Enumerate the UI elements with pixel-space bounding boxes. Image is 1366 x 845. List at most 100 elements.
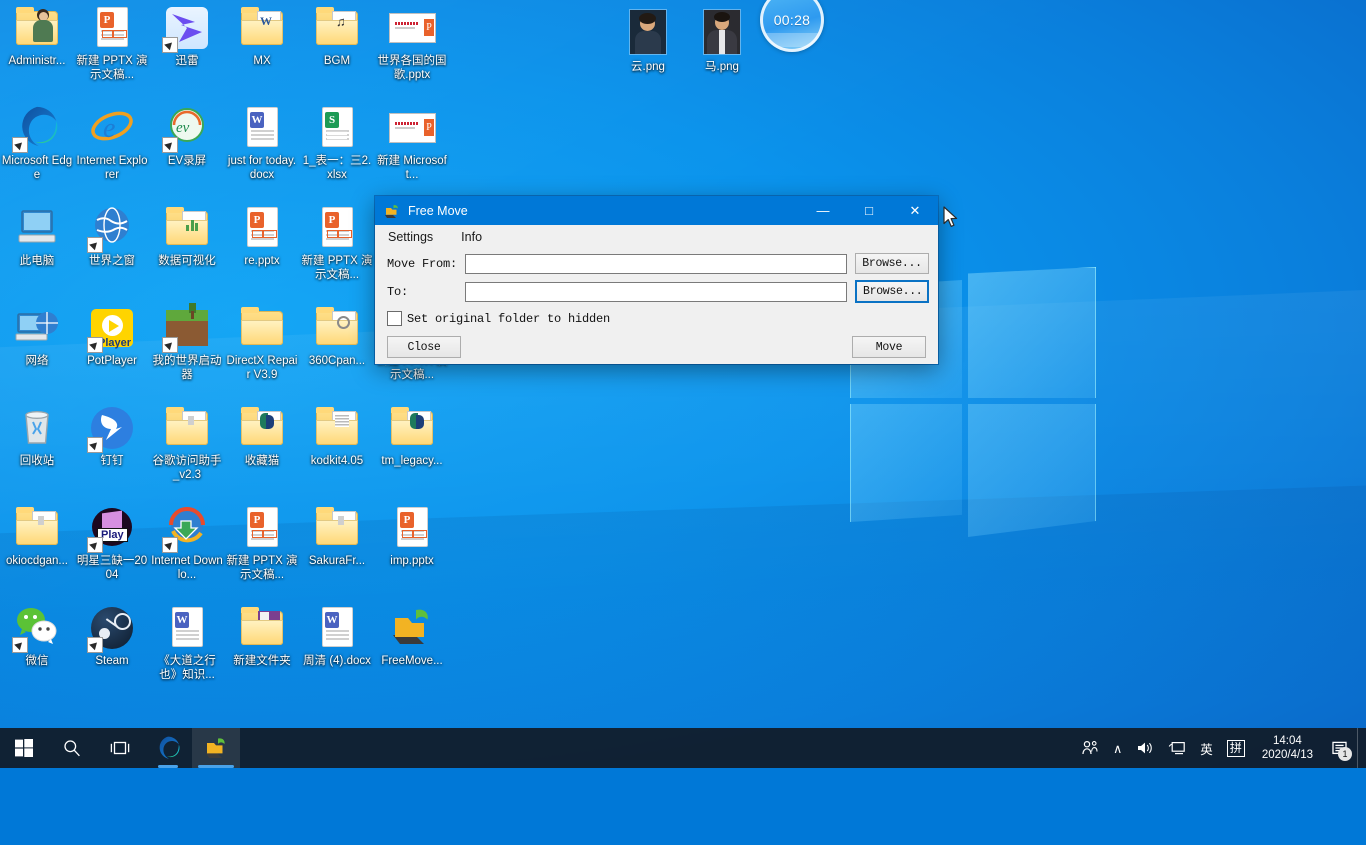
network-icon (13, 304, 61, 352)
freemove-window[interactable]: Free Move — □ ✕ Settings Info Move From:… (375, 196, 938, 364)
desktop-icon-pptx[interactable]: Pimp.pptx (375, 504, 449, 569)
desktop-icon-folder-doc[interactable]: 谷歌访问助手_v2.3 (150, 404, 224, 482)
network-icon (1169, 741, 1186, 755)
folder-word-icon: W (238, 4, 286, 52)
app-dingtalk-icon (88, 404, 136, 452)
desktop-icon-docx[interactable]: W 《大道之行也》知识... (150, 604, 224, 682)
desktop-icon-pptx[interactable]: Pre.pptx (225, 204, 299, 269)
desktop-icon-recycle-bin[interactable]: 回收站 (0, 404, 74, 469)
desktop-icon-photo-yun[interactable]: 云.png (611, 10, 685, 75)
desktop-icon-pptx[interactable]: P 新建 PPTX 演示文稿... (75, 4, 149, 82)
folder-book-icon (238, 604, 286, 652)
desktop-icon-label: 收藏猫 (244, 455, 280, 467)
desktop-icon-folder-tm[interactable]: tm_legacy... (375, 404, 449, 469)
maximize-button[interactable]: □ (846, 196, 892, 225)
desktop-icon-folder-chart[interactable]: 数据可视化 (150, 204, 224, 269)
desktop-icon-label: 周清 (4).docx (303, 655, 371, 667)
desktop-icon-app-wechat[interactable]: 微信 (0, 604, 74, 669)
desktop-icon-label: BGM (323, 55, 351, 67)
desktop-icon-pptx-thumb[interactable]: P 新建 Microsoft... (375, 104, 449, 182)
show-desktop-button[interactable] (1357, 728, 1364, 768)
menu-item-settings[interactable]: Settings (385, 229, 436, 245)
task-view-button[interactable] (96, 728, 144, 768)
desktop-icon-pptx[interactable]: P 新建 PPTX 演示文稿... (300, 204, 374, 282)
desktop-icon-app-freemove[interactable]: FreeMove... (375, 604, 449, 669)
desktop-icon-app-potplayer[interactable]: Player PotPlayer (75, 304, 149, 369)
tray-ime-language[interactable]: 英 (1193, 728, 1220, 768)
desktop-icon-app-edge[interactable]: Microsoft Edge (0, 104, 74, 182)
desktop-icon-app-play[interactable]: Play 明星三缺一2004 (75, 504, 149, 582)
tray-people-button[interactable] (1074, 728, 1106, 768)
app-play-icon: Play (88, 504, 136, 552)
folder-user-icon (13, 4, 61, 52)
freemove-titlebar[interactable]: Free Move — □ ✕ (375, 196, 938, 225)
desktop-icon-app-idm[interactable]: Internet Downlo... (150, 504, 224, 582)
browse-from-button[interactable]: Browse... (855, 253, 929, 274)
desktop-icon-docx[interactable]: Wjust for today.docx (225, 104, 299, 182)
desktop-icon-pptx-thumb[interactable]: P 世界各国的国歌.pptx (375, 4, 449, 82)
app-thunder-icon (163, 4, 211, 52)
action-center-button[interactable]: 1 (1323, 728, 1357, 768)
desktop-icon-label: 1_表一：三2.xlsx (302, 155, 372, 181)
close-button[interactable]: ✕ (892, 196, 938, 225)
move-action-button[interactable]: Move (852, 336, 926, 358)
desktop-icon-app-globe[interactable]: 世界之窗 (75, 204, 149, 269)
folder-tm-icon (388, 404, 436, 452)
close-action-button[interactable]: Close (387, 336, 461, 358)
desktop-icon-pptx[interactable]: P 新建 PPTX 演示文稿... (225, 504, 299, 582)
desktop-icon-network[interactable]: 网络 (0, 304, 74, 369)
desktop-icon-folder-word[interactable]: W MX (225, 4, 299, 69)
tray-ime-mode-text: 拼 (1226, 739, 1245, 757)
start-button[interactable] (0, 728, 48, 768)
set-original-folder-hidden-checkbox[interactable] (387, 311, 402, 326)
volume-icon (1138, 742, 1153, 754)
desktop-icon-label: 谷歌访问助手_v2.3 (152, 455, 222, 481)
desktop-icon-folder-doc[interactable]: SakuraFr... (300, 504, 374, 569)
desktop-icon-folder-user[interactable]: Administr... (0, 4, 74, 69)
tray-network-button[interactable] (1161, 728, 1193, 768)
desktop-icon-this-pc[interactable]: 此电脑 (0, 204, 74, 269)
desktop-icon-docx[interactable]: W 周清 (4).docx (300, 604, 374, 669)
desktop-icon-xlsx[interactable]: S 1_表一：三2.xlsx (300, 104, 374, 182)
tray-expand-button[interactable]: ∧ (1106, 728, 1129, 768)
desktop-icon-folder-book[interactable]: 新建文件夹 (225, 604, 299, 669)
desktop-icon-app-dingtalk[interactable]: 钉钉 (75, 404, 149, 469)
desktop-icon-app-ev[interactable]: ev EV录屏 (150, 104, 224, 169)
desktop-icon-label: 新建 PPTX 演示文稿... (76, 55, 148, 81)
desktop-icon-folder-tm[interactable]: 收藏猫 (225, 404, 299, 469)
minimize-button[interactable]: — (800, 196, 846, 225)
desktop-icon-app-steam[interactable]: Steam (75, 604, 149, 669)
tray-ime-mode[interactable]: 拼 (1220, 728, 1252, 768)
desktop-icon-folder[interactable]: DirectX Repair V3.9 (225, 304, 299, 382)
system-tray: ∧ 英 拼 14:04 2020/4/13 1 (1074, 728, 1366, 768)
desktop-icon-app-thunder[interactable]: 迅雷 (150, 4, 224, 69)
tray-clock[interactable]: 14:04 2020/4/13 (1252, 728, 1323, 768)
menu-item-info[interactable]: Info (458, 229, 485, 245)
desktop-icon-label: 钉钉 (100, 455, 124, 467)
hidden-folder-row[interactable]: Set original folder to hidden (375, 311, 938, 326)
desktop-icon-folder-music[interactable]: ♫ BGM (300, 4, 374, 69)
tray-volume-button[interactable] (1129, 728, 1161, 768)
desktop-icon-folder-files[interactable]: kodkit4.05 (300, 404, 374, 469)
move-to-input[interactable] (465, 281, 847, 302)
freemove-menubar: Settings Info (375, 225, 938, 249)
move-from-label: Move From: (387, 256, 458, 271)
desktop-icon-app-ie[interactable]: e Internet Explorer (75, 104, 149, 182)
taskbar[interactable]: ∧ 英 拼 14:04 2020/4/13 1 (0, 728, 1366, 768)
move-from-input[interactable] (465, 253, 847, 274)
pptx-thumb-icon: P (388, 104, 436, 152)
desktop-icon-label: EV录屏 (167, 155, 207, 167)
desktop-icon-label: DirectX Repair V3.9 (226, 355, 298, 381)
folder-icon (238, 304, 286, 352)
taskbar-app-edge[interactable] (144, 728, 192, 768)
search-button[interactable] (48, 728, 96, 768)
desktop-icon-app-minecraft[interactable]: 我的世界启动器 (150, 303, 224, 382)
browse-to-button[interactable]: Browse... (855, 280, 929, 303)
desktop-icon-folder-gear[interactable]: 360Cpan... (300, 304, 374, 369)
taskbar-app-freemove[interactable] (192, 728, 240, 768)
desktop-timer-widget[interactable]: 00:28 (760, 0, 824, 52)
desktop-icon-folder-doc[interactable]: okiocdgan... (0, 504, 74, 569)
desktop-icon-photo-ma[interactable]: 马.png (685, 10, 759, 75)
desktop-icon-label: 微信 (25, 655, 49, 667)
app-minecraft-icon (163, 303, 211, 352)
